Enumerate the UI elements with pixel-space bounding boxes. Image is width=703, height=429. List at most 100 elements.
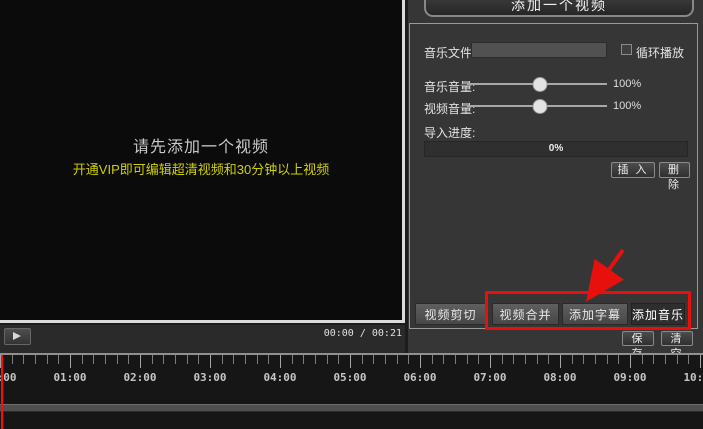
playback-control-bar: 00:00 / 00:21 (0, 325, 405, 353)
timeline-tick (618, 355, 619, 364)
timeline-tick (152, 355, 153, 364)
timeline-tick (548, 355, 549, 364)
timeline-tick (315, 355, 316, 364)
timeline-label: 04:00 (263, 371, 296, 384)
music-volume-slider[interactable] (467, 83, 607, 85)
timeline-label: 08:00 (543, 371, 576, 384)
timeline-tick (653, 355, 654, 364)
timeline-tick (490, 355, 491, 368)
save-button[interactable]: 保 存 (622, 331, 654, 346)
timeline-tick (525, 355, 526, 364)
tab-3[interactable]: 添加字幕 (562, 303, 628, 325)
timeline-tick (630, 355, 631, 368)
timeline-label: 09:00 (613, 371, 646, 384)
clear-button[interactable]: 清 空 (661, 331, 693, 346)
timeline-playhead[interactable] (1, 355, 3, 429)
timeline-tick (23, 355, 24, 364)
timeline-tick (268, 355, 269, 364)
timeline-tick (210, 355, 211, 368)
video-volume-label: 视频音量: (424, 100, 475, 117)
timeline-tick (47, 355, 48, 364)
timeline-label: 10:00 (683, 371, 703, 384)
import-progress-bar: 0% (424, 141, 688, 157)
timeline-tick (688, 355, 689, 364)
timeline-tick (700, 355, 701, 368)
loop-playback-checkbox[interactable] (621, 44, 632, 55)
timeline-tick (502, 355, 503, 364)
import-progress-label: 导入进度: (424, 124, 475, 141)
timeline-tick (595, 355, 596, 364)
timeline-label: 05:00 (333, 371, 366, 384)
timeline-tick (93, 355, 94, 364)
timeline-tick (677, 355, 678, 364)
timeline-tick (362, 355, 363, 364)
music-volume-thumb[interactable] (532, 77, 547, 92)
vip-upsell-message: 开通VIP即可编辑超清视频和30分钟以上视频 (0, 159, 402, 178)
timeline-tick (373, 355, 374, 364)
timeline-tick (175, 355, 176, 364)
timeline-tick (572, 355, 573, 364)
timeline-label: 07:00 (473, 371, 506, 384)
tab-4[interactable]: 添加音乐 (631, 303, 685, 325)
timeline-tick (443, 355, 444, 364)
timeline-tick (467, 355, 468, 364)
timeline-tick (560, 355, 561, 368)
timeline-tick (513, 355, 514, 364)
music-volume-label: 音乐音量: (424, 78, 475, 95)
timeline-tick (607, 355, 608, 364)
timeline-tick (385, 355, 386, 364)
music-file-input[interactable] (471, 42, 607, 58)
timeline-tick (665, 355, 666, 364)
timeline-tick (327, 355, 328, 364)
timeline-tick (257, 355, 258, 364)
preview-empty-message: 请先添加一个视频 (0, 133, 402, 157)
timeline-tick (350, 355, 351, 368)
timeline-ruler[interactable]: 00:0001:0002:0003:0004:0005:0006:0007:00… (0, 353, 703, 429)
timeline-label: 01:00 (53, 371, 86, 384)
timeline-tick (35, 355, 36, 364)
timeline-tick (397, 355, 398, 364)
timeline-tick (187, 355, 188, 364)
timeline-tick (12, 355, 13, 364)
video-volume-slider[interactable] (467, 105, 607, 107)
timeline-tick (140, 355, 141, 368)
timeline-tick (537, 355, 538, 364)
play-icon (13, 332, 21, 340)
timeline-tick (198, 355, 199, 364)
tab-2[interactable]: 视频合并 (492, 303, 559, 325)
play-button[interactable] (4, 328, 31, 345)
timeline-label: 03:00 (193, 371, 226, 384)
timeline-tick (420, 355, 421, 368)
tab-1[interactable]: 视频剪切 (415, 303, 486, 325)
timeline-tick (338, 355, 339, 364)
timeline-tick (233, 355, 234, 364)
timeline-track-bar[interactable] (0, 404, 703, 412)
timeline-tick (128, 355, 129, 364)
timeline-tick (280, 355, 281, 368)
video-volume-value: 100% (613, 100, 641, 112)
insert-button[interactable]: 插 入 (611, 162, 655, 178)
timeline-tick (222, 355, 223, 364)
time-display: 00:00 / 00:21 (324, 328, 402, 339)
timeline-tick (408, 355, 409, 364)
loop-playback-label: 循环播放 (636, 44, 684, 61)
timeline-tick (70, 355, 71, 368)
timeline-tick (303, 355, 304, 364)
timeline-tick (105, 355, 106, 364)
music-volume-value: 100% (613, 78, 641, 90)
video-volume-thumb[interactable] (532, 99, 547, 114)
timeline-tick (163, 355, 164, 364)
import-progress-value: 0% (425, 142, 687, 156)
timeline-tick (82, 355, 83, 364)
timeline-tick (117, 355, 118, 364)
timeline-tick (642, 355, 643, 364)
video-preview-area: 请先添加一个视频 开通VIP即可编辑超清视频和30分钟以上视频 (0, 0, 405, 323)
app-window: 请先添加一个视频 开通VIP即可编辑超清视频和30分钟以上视频 添加一个视频 音… (0, 0, 703, 429)
timeline-tick (583, 355, 584, 364)
delete-button[interactable]: 删 除 (659, 162, 690, 178)
add-video-button[interactable]: 添加一个视频 (424, 0, 694, 17)
timeline-tick (478, 355, 479, 364)
timeline-tick (58, 355, 59, 364)
timeline-tick (432, 355, 433, 364)
timeline-label: 02:00 (123, 371, 156, 384)
